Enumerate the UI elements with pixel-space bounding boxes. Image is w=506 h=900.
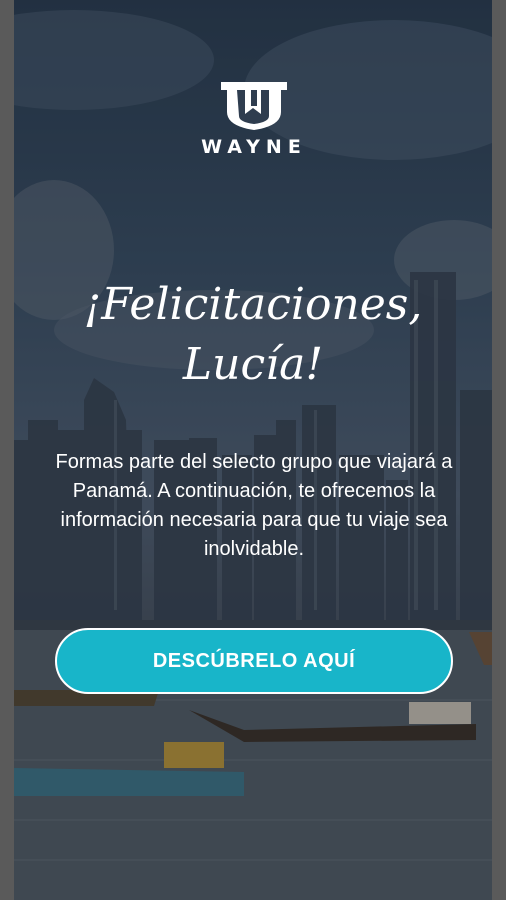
greeting-line-2: Lucía! [182,339,324,390]
brand-name: WAYNE [201,136,307,158]
greeting-line-1: ¡Felicitaciones, [83,279,423,330]
greeting-title: ¡Felicitaciones, Lucía! [14,275,492,395]
app-screen: WAYNE ¡Felicitaciones, Lucía! Formas par… [14,0,492,900]
brand-logo: WAYNE [179,78,329,158]
discover-button[interactable]: DESCÚBRELO AQUÍ [55,628,453,694]
wayne-w-logo-icon [221,82,287,130]
welcome-message: Formas parte del selecto grupo que viaja… [55,451,453,560]
